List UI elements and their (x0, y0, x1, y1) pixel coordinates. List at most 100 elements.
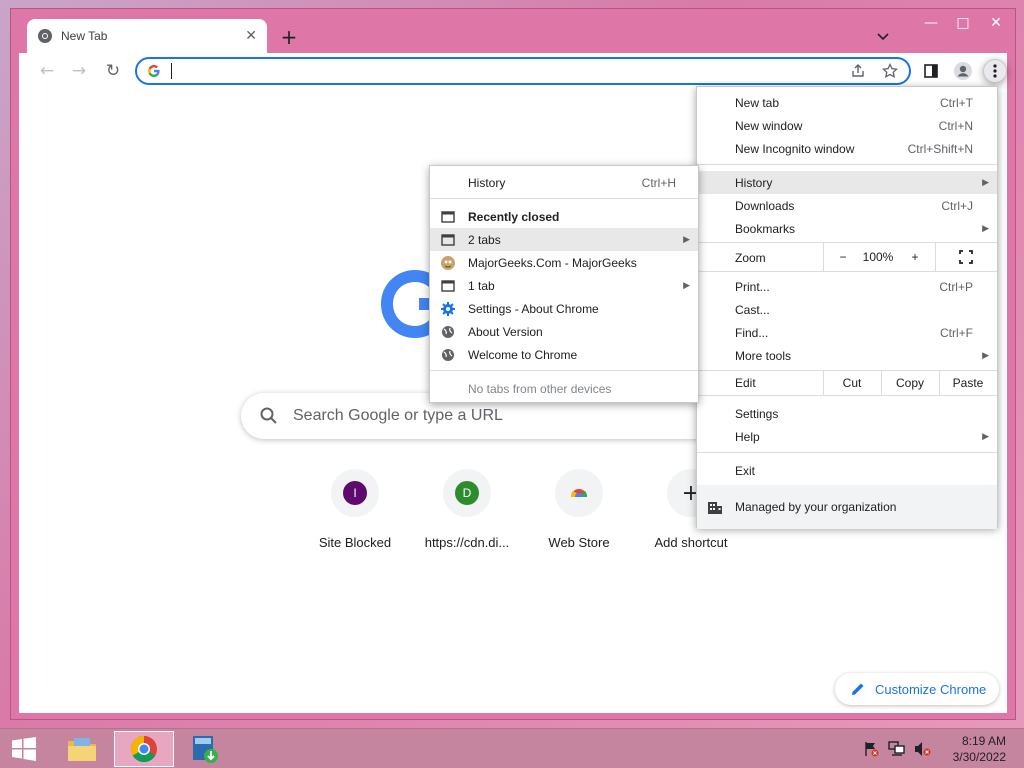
taskbar-clock[interactable]: 8:19 AM 3/30/2022 (934, 733, 1006, 765)
letter-icon: I (343, 481, 367, 505)
volume-muted-icon[interactable] (914, 741, 932, 757)
window-icon (440, 232, 456, 248)
tab-close-icon[interactable]: ✕ (245, 28, 257, 44)
window-icon (440, 278, 456, 294)
tab-search-button[interactable] (873, 27, 893, 47)
menu-label: Downloads (735, 198, 795, 213)
menu-divider (697, 271, 997, 272)
text-caret (171, 63, 172, 79)
menu-label: New tab (735, 95, 780, 110)
shortcut-icon-circle (555, 469, 603, 517)
search-placeholder: Search Google or type a URL (293, 407, 503, 424)
menu-label: MajorGeeks.Com - MajorGeeks (468, 255, 637, 270)
settings-gear-icon (440, 301, 456, 317)
shortcut-cdn[interactable]: D https://cdn.di... (411, 469, 523, 559)
menu-item-cast[interactable]: Cast... (697, 298, 997, 321)
menu-accel: Ctrl+T (940, 95, 973, 110)
folder-icon (68, 738, 96, 761)
menu-item-exit[interactable]: Exit (697, 459, 997, 482)
recent-item-about-version[interactable]: About Version (430, 320, 698, 343)
menu-label: Find... (735, 325, 769, 340)
menu-label: About Version (468, 324, 543, 339)
address-bar[interactable] (135, 57, 911, 85)
menu-item-new-tab[interactable]: New tab Ctrl+T (697, 91, 997, 114)
fullscreen-button[interactable] (953, 243, 979, 271)
close-window-button[interactable]: ✕ (979, 11, 1013, 35)
menu-item-new-window[interactable]: New window Ctrl+N (697, 114, 997, 137)
majorgeeks-favicon (440, 255, 456, 271)
share-icon[interactable] (849, 62, 867, 80)
chrome-taskbar-button[interactable] (114, 731, 174, 767)
shortcut-label: https://cdn.di... (424, 535, 510, 550)
profile-icon[interactable] (951, 59, 975, 83)
menu-label: Help (735, 429, 760, 444)
menu-item-managed[interactable]: Managed by your organization (697, 485, 997, 529)
zoom-divider (823, 243, 824, 271)
zoom-level: 100% (862, 250, 894, 264)
google-g-icon (148, 65, 160, 77)
history-menu-item[interactable]: History Ctrl+H (430, 171, 698, 194)
maximize-button[interactable]: □ (947, 11, 979, 35)
recent-item-majorgeeks[interactable]: MajorGeeks.Com - MajorGeeks (430, 251, 698, 274)
menu-label: No tabs from other devices (468, 381, 612, 396)
menu-label: Recently closed (468, 209, 560, 224)
taskbar: 8:19 AM 3/30/2022 (0, 728, 1024, 768)
menu-item-print[interactable]: Print... Ctrl+P (697, 275, 997, 298)
edit-label: Edit (735, 376, 756, 390)
shortcut-site-blocked[interactable]: I Site Blocked (299, 469, 411, 559)
forward-button[interactable]: → (67, 59, 91, 83)
menu-item-history[interactable]: History ▶ (697, 171, 997, 194)
menu-item-downloads[interactable]: Downloads Ctrl+J (697, 194, 997, 217)
recent-item-1-tab[interactable]: 1 tab ▶ (430, 274, 698, 297)
menu-divider (697, 452, 997, 453)
globe-icon (440, 324, 456, 340)
zoom-label: Zoom (735, 251, 766, 265)
menu-item-settings[interactable]: Settings (697, 402, 997, 425)
menu-item-find[interactable]: Find... Ctrl+F (697, 321, 997, 344)
new-tab-button[interactable]: + (277, 25, 301, 49)
customize-label: Customize Chrome (875, 681, 987, 697)
menu-accel: Ctrl+P (939, 279, 973, 294)
menu-label: Cast... (735, 302, 770, 317)
shortcut-web-store[interactable]: Web Store (523, 469, 635, 559)
menu-label: More tools (735, 348, 792, 363)
start-button[interactable] (8, 731, 40, 767)
zoom-out-button[interactable]: − (829, 243, 857, 271)
menu-accel: Ctrl+N (938, 118, 973, 133)
network-icon[interactable] (888, 741, 906, 757)
zoom-in-button[interactable]: + (901, 243, 929, 271)
cut-button[interactable]: Cut (823, 371, 881, 395)
minimize-button[interactable]: — (915, 11, 947, 35)
kebab-menu-icon[interactable] (983, 59, 1007, 83)
menu-item-incognito[interactable]: New Incognito window Ctrl+Shift+N (697, 137, 997, 160)
menu-item-bookmarks[interactable]: Bookmarks ▶ (697, 217, 997, 240)
menu-edit-row: Edit Cut Copy Paste (697, 371, 997, 395)
iobit-taskbar-button[interactable] (178, 731, 232, 767)
reload-button[interactable]: ↻ (101, 59, 125, 83)
back-button[interactable]: ← (35, 59, 59, 83)
bookmark-star-icon[interactable] (881, 62, 899, 80)
customize-chrome-button[interactable]: Customize Chrome (835, 673, 999, 705)
shortcut-label: Site Blocked (318, 535, 392, 550)
chevron-down-icon (877, 33, 889, 41)
copy-button[interactable]: Copy (881, 371, 939, 395)
recent-item-2-tabs[interactable]: 2 tabs ▶ (430, 228, 698, 251)
menu-accel: Ctrl+Shift+N (907, 141, 973, 156)
menu-divider (697, 395, 997, 396)
recent-item-settings-about[interactable]: Settings - About Chrome (430, 297, 698, 320)
flag-warning-icon[interactable] (862, 741, 880, 757)
menu-item-more-tools[interactable]: More tools ▶ (697, 344, 997, 367)
shortcut-icon-circle: D (443, 469, 491, 517)
side-panel-icon[interactable] (919, 59, 943, 83)
clock-date: 3/30/2022 (952, 750, 1006, 764)
zoom-divider (935, 243, 936, 271)
tab-new-tab[interactable]: New Tab ✕ (27, 19, 267, 53)
menu-label: Welcome to Chrome (468, 347, 578, 362)
letter-icon: D (455, 481, 479, 505)
paste-button[interactable]: Paste (939, 371, 997, 395)
recent-item-welcome[interactable]: Welcome to Chrome (430, 343, 698, 366)
menu-item-help[interactable]: Help ▶ (697, 425, 997, 448)
file-explorer-taskbar-button[interactable] (56, 731, 108, 767)
history-submenu: History Ctrl+H Recently closed 2 tabs ▶ … (429, 165, 699, 403)
system-tray (862, 741, 932, 757)
